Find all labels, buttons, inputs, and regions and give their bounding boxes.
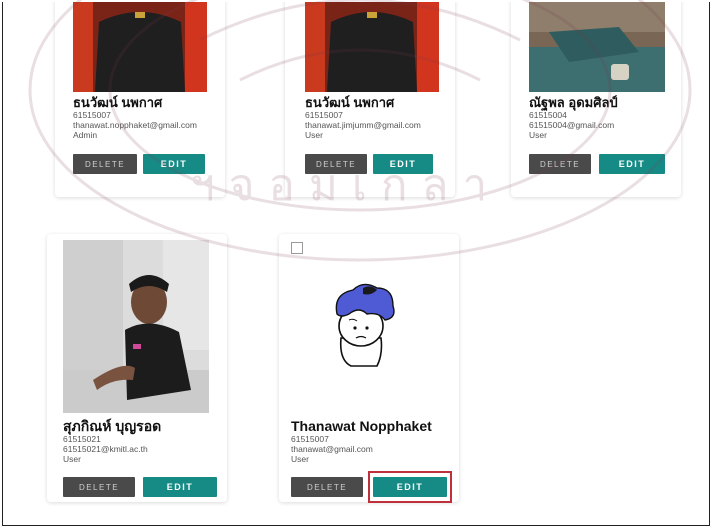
select-checkbox[interactable] [291,242,303,254]
user-name: ณัฐพล อุดมศิลป์ [529,95,618,110]
user-name: ธนวัฒน์ นพกาศ [73,95,163,110]
delete-button[interactable]: DELETE [529,154,591,174]
user-role: User [291,454,309,464]
user-photo [73,2,207,92]
user-role: Admin [73,130,98,140]
user-name: Thanawat Nopphaket [291,418,432,434]
user-photo [305,2,439,92]
user-email: thanawat.jimjumm@gmail.com [305,120,421,130]
user-card: Thanawat Nopphaket 61515007 thanawat@gma… [279,234,459,503]
user-role: User [305,130,323,140]
user-id: 61515007 [73,110,111,120]
user-name: สุภกิณห์ บุญรอด [63,418,162,434]
user-email: thanawat.nopphaket@gmail.com [73,120,197,130]
user-card: ณัฐพล อุดมศิลป์ 61515004 61515004@gmail.… [511,2,681,197]
user-photo [63,240,209,413]
delete-button[interactable]: DELETE [63,477,135,497]
user-id: 61515021 [63,434,101,444]
user-photo [529,2,665,92]
user-role: User [529,130,547,140]
user-role: User [63,454,81,464]
user-email: 61515021@kmitl.ac.th [63,444,148,454]
user-id: 61515007 [291,434,329,444]
delete-button[interactable]: DELETE [73,154,137,174]
user-card: ธนวัฒน์ นพกาศ 61515007 thanawat.jimjumm@… [285,2,455,197]
delete-button[interactable]: DELETE [305,154,367,174]
user-card: สุภกิณห์ บุญรอด 61515021 61515021@kmitl.… [47,234,227,502]
user-name: ธนวัฒน์ นพกาศ [305,95,395,110]
user-email: 61515004@gmail.com [529,120,615,130]
user-grid: ธนวัฒน์ นพกาศ 61515007 thanawat.nopphake… [2,2,710,526]
edit-button[interactable]: EDIT [143,477,217,497]
delete-button[interactable]: DELETE [291,477,363,497]
avatar [319,274,409,374]
user-id: 61515007 [305,110,343,120]
edit-button[interactable]: EDIT [373,154,433,174]
edit-button-highlight [368,471,452,503]
user-email: thanawat@gmail.com [291,444,373,454]
edit-button[interactable]: EDIT [143,154,205,174]
user-card: ธนวัฒน์ นพกาศ 61515007 thanawat.nopphake… [55,2,225,197]
user-id: 61515004 [529,110,567,120]
edit-button[interactable]: EDIT [599,154,665,174]
